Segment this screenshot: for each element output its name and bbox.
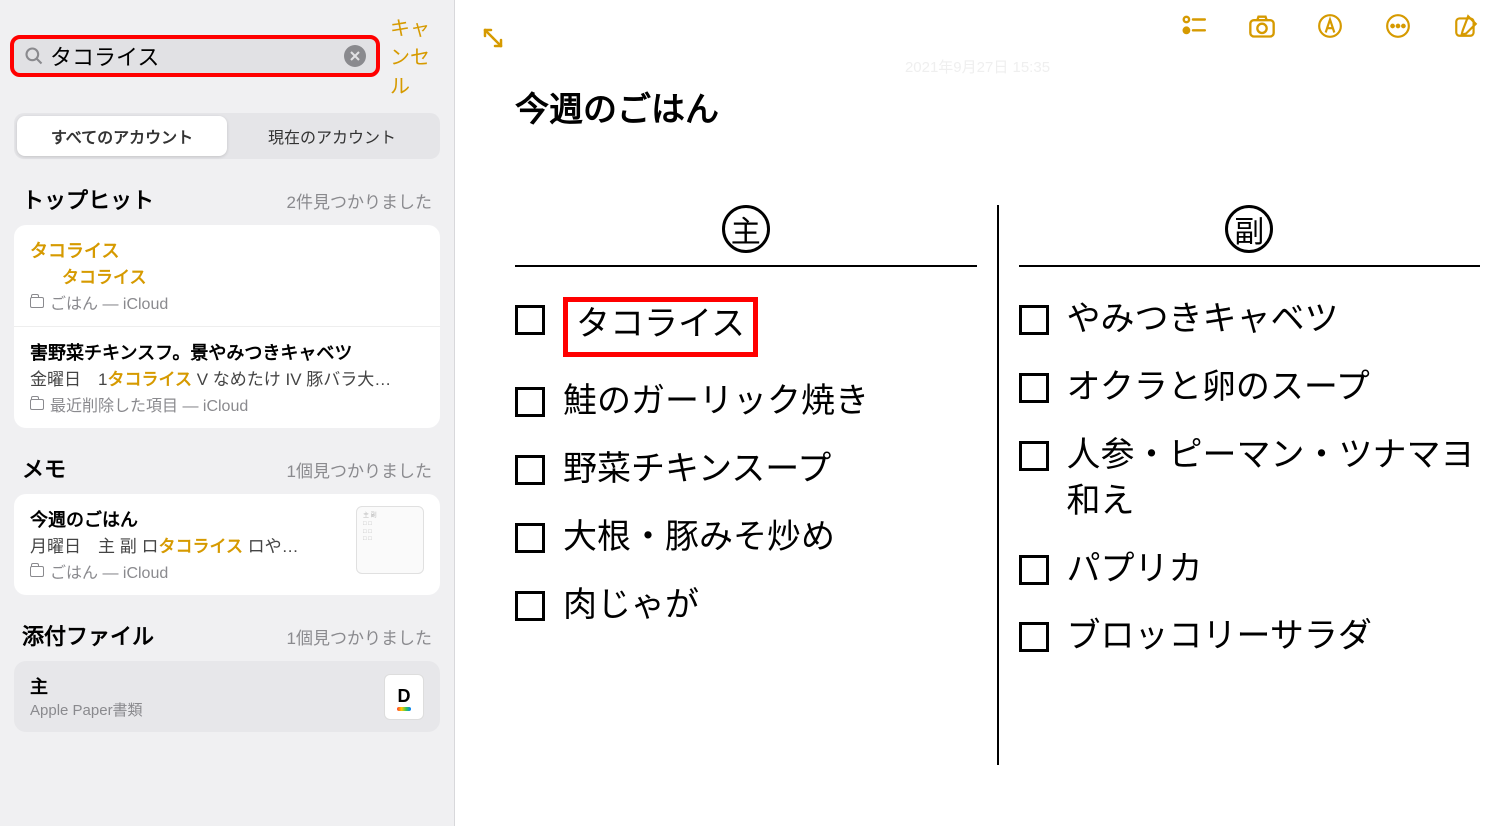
section-header-attach: 添付ファイル 1個見つかりました xyxy=(0,595,454,661)
list-item: パプリカ xyxy=(1019,547,1481,593)
more-icon[interactable] xyxy=(1384,12,1412,40)
result-title: 今週のごはん xyxy=(30,506,344,532)
column-header: 副 xyxy=(1019,205,1481,253)
note-toolbar xyxy=(1180,12,1480,40)
camera-icon[interactable] xyxy=(1248,12,1276,40)
list-item: タコライス xyxy=(515,297,977,357)
column-rule xyxy=(515,265,977,267)
checkbox-icon xyxy=(515,455,545,485)
segment-current-account[interactable]: 現在のアカウント xyxy=(227,116,437,156)
section-title: 添付ファイル xyxy=(22,619,154,651)
column-rule xyxy=(1019,265,1481,267)
checkbox-icon xyxy=(1019,555,1049,585)
result-snippet: 月曜日 主 副 ロタコライス ロや… xyxy=(30,532,344,557)
checkbox-icon xyxy=(1019,305,1049,335)
result-snippet: 金曜日 1タコライス V なめたけ IV 豚バラ大… xyxy=(30,365,424,390)
search-icon xyxy=(24,46,44,66)
segment-all-accounts[interactable]: すべてのアカウント xyxy=(17,116,227,156)
document-icon: D xyxy=(384,674,424,720)
search-box[interactable] xyxy=(10,35,380,77)
attachment-subtitle: Apple Paper書類 xyxy=(30,699,143,720)
list-item: 野菜チキンスープ xyxy=(515,447,977,493)
tophit-list: タコライス タコライス ごはん — iCloud 害野菜チキンスフ。景やみつきキ… xyxy=(14,225,440,428)
note-title: 今週のごはん xyxy=(515,82,719,131)
search-row: キャンセル xyxy=(0,12,454,99)
section-title: トップヒット xyxy=(22,183,154,215)
list-item: やみつきキャベツ xyxy=(1019,297,1481,343)
section-count: 2件見つかりました xyxy=(287,188,432,213)
attachment-title: 主 xyxy=(30,673,143,699)
cancel-button[interactable]: キャンセル xyxy=(390,12,444,99)
list-item: 肉じゃが xyxy=(515,583,977,629)
folder-icon xyxy=(30,297,44,308)
checkbox-icon xyxy=(515,387,545,417)
markup-icon[interactable] xyxy=(1316,12,1344,40)
clear-search-icon[interactable] xyxy=(344,45,366,67)
compose-icon[interactable] xyxy=(1452,12,1480,40)
list-item: オクラと卵のスープ xyxy=(1019,365,1481,411)
column-side: 副 やみつきキャベツ オクラと卵のスープ 人参・ピーマン・ツナマヨ和え パプリカ… xyxy=(1019,205,1481,765)
column-divider xyxy=(997,205,999,765)
checkbox-icon xyxy=(515,523,545,553)
handwriting-area[interactable]: 主 タコライス 鮭のガーリック焼き 野菜チキンスープ 大根・豚みそ炒め 肉じゃが… xyxy=(515,205,1480,765)
folder-icon xyxy=(30,566,44,577)
search-result[interactable]: 今週のごはん 月曜日 主 副 ロタコライス ロや… ごはん — iCloud 主… xyxy=(14,494,440,595)
memo-list: 今週のごはん 月曜日 主 副 ロタコライス ロや… ごはん — iCloud 主… xyxy=(14,494,440,595)
checkbox-icon xyxy=(515,305,545,335)
result-highlight: タコライス xyxy=(30,263,424,288)
section-count: 1個見つかりました xyxy=(287,624,432,649)
search-result[interactable]: 害野菜チキンスフ。景やみつきキャベツ 金曜日 1タコライス V なめたけ IV … xyxy=(14,327,440,428)
highlight-box: タコライス xyxy=(563,297,758,357)
section-header-tophit: トップヒット 2件見つかりました xyxy=(0,159,454,225)
result-location: ごはん — iCloud xyxy=(30,559,344,583)
checkbox-icon xyxy=(1019,441,1049,471)
sidebar: キャンセル すべてのアカウント 現在のアカウント トップヒット 2件見つかりまし… xyxy=(0,0,455,826)
account-segment: すべてのアカウント 現在のアカウント xyxy=(14,113,440,159)
attachment-item[interactable]: 主 Apple Paper書類 D xyxy=(14,661,440,732)
checkbox-icon xyxy=(515,591,545,621)
note-date: 2021年9月27日 15:35 xyxy=(455,56,1500,77)
memo-thumbnail: 主 副□ □□ □□ □ xyxy=(356,506,424,574)
list-item: ブロッコリーサラダ xyxy=(1019,614,1481,660)
attachment-list: 主 Apple Paper書類 D xyxy=(14,661,440,732)
section-header-memo: メモ 1個見つかりました xyxy=(0,428,454,494)
column-header: 主 xyxy=(515,205,977,253)
search-result[interactable]: タコライス タコライス ごはん — iCloud xyxy=(14,225,440,327)
section-count: 1個見つかりました xyxy=(287,457,432,482)
checklist-icon[interactable] xyxy=(1180,12,1208,40)
folder-icon xyxy=(30,399,44,410)
result-title: 害野菜チキンスフ。景やみつきキャベツ xyxy=(30,339,424,365)
list-item: 人参・ピーマン・ツナマヨ和え xyxy=(1019,433,1481,525)
result-location: 最近削除した項目 — iCloud xyxy=(30,392,424,416)
column-main: 主 タコライス 鮭のガーリック焼き 野菜チキンスープ 大根・豚みそ炒め 肉じゃが xyxy=(515,205,977,765)
search-input[interactable] xyxy=(44,43,344,69)
note-editor: 2021年9月27日 15:35 今週のごはん 主 タコライス 鮭のガーリック焼… xyxy=(455,0,1500,826)
checkbox-icon xyxy=(1019,373,1049,403)
result-location: ごはん — iCloud xyxy=(30,290,424,314)
checkbox-icon xyxy=(1019,622,1049,652)
list-item: 鮭のガーリック焼き xyxy=(515,379,977,425)
section-title: メモ xyxy=(22,452,66,484)
result-title: タコライス xyxy=(30,237,424,263)
list-item: 大根・豚みそ炒め xyxy=(515,515,977,561)
expand-icon[interactable] xyxy=(481,26,505,50)
